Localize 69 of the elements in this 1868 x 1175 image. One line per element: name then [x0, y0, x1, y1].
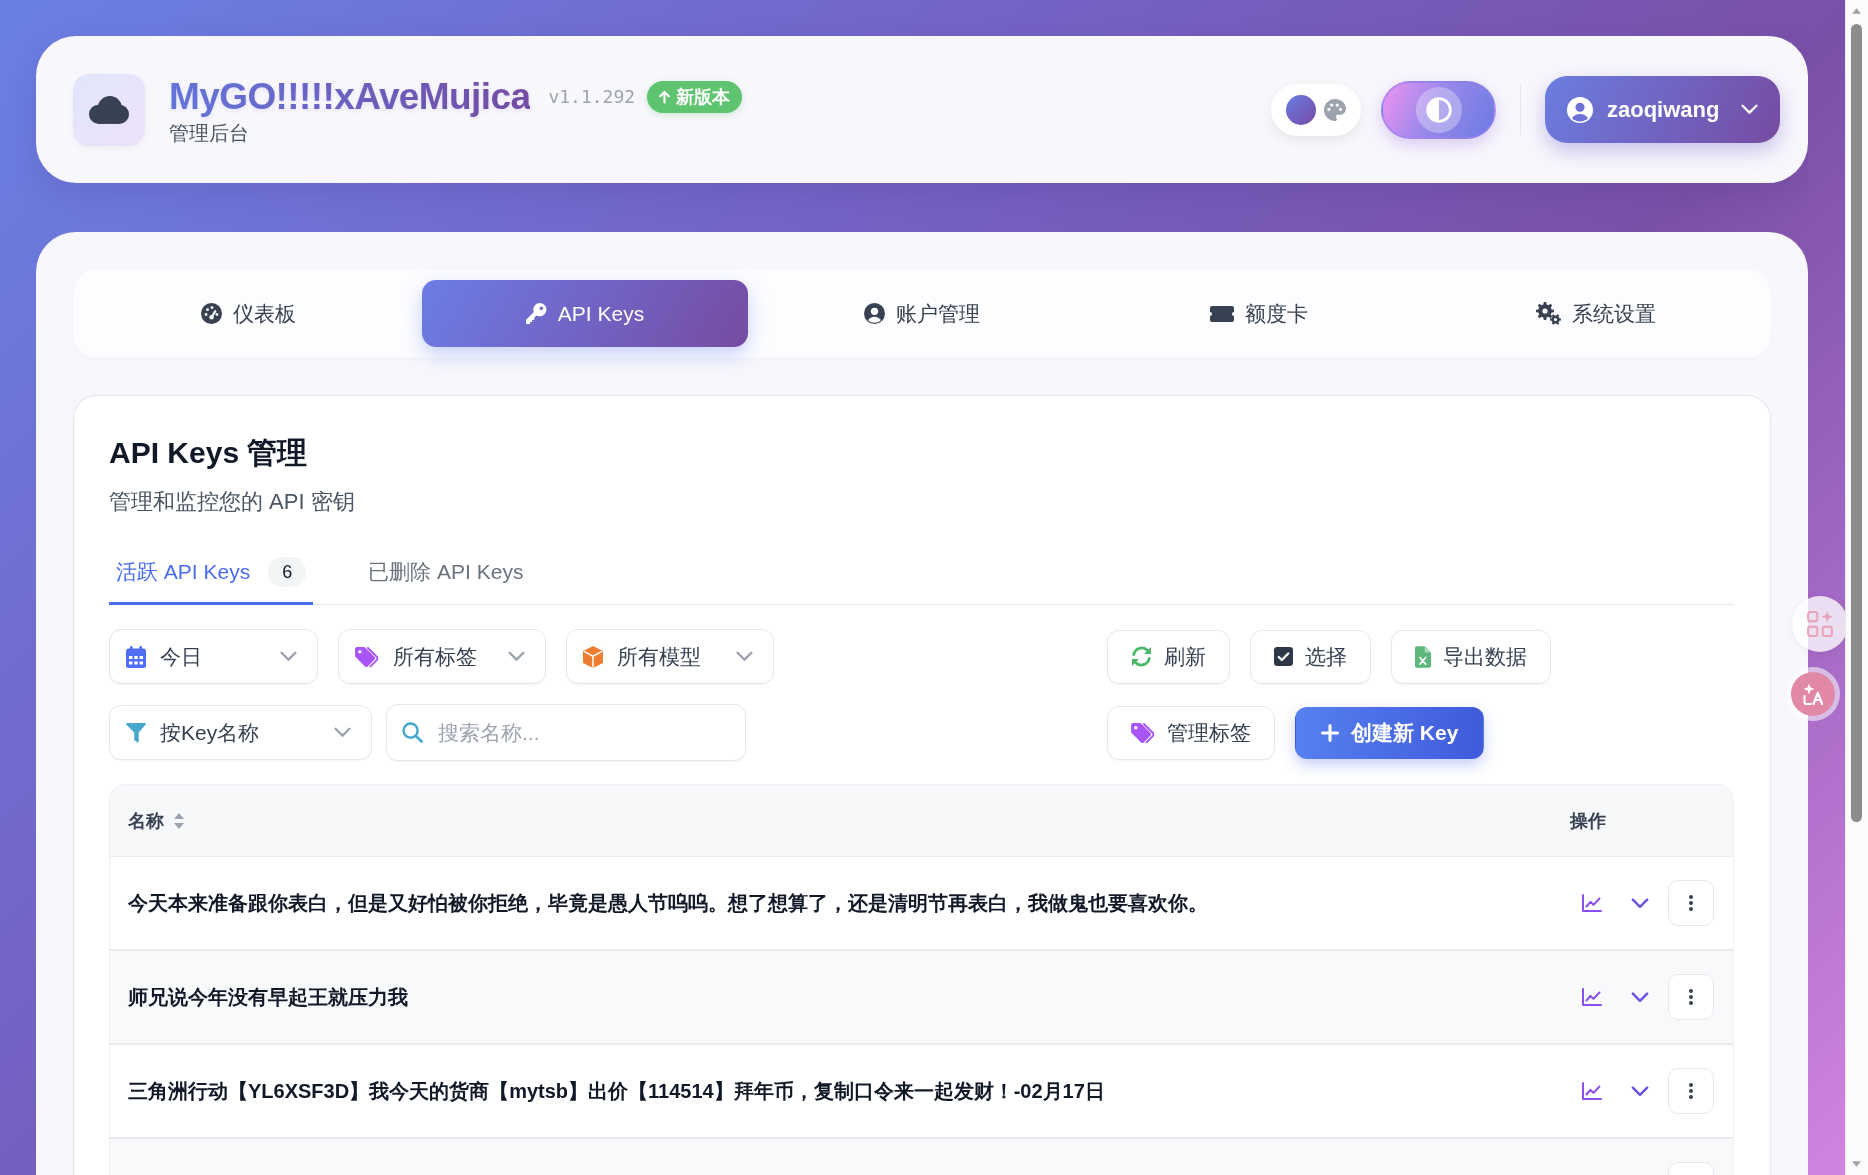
chevron-down-icon — [334, 727, 351, 738]
calendar-icon — [126, 645, 146, 668]
tab[interactable]: 活跃 API Keys 6 — [109, 544, 314, 605]
date-range-select[interactable]: 今日 — [109, 629, 318, 684]
page-subtitle: 管理和监控您的 API 密钥 — [109, 488, 356, 516]
search-field[interactable]: 搜索名称... — [386, 704, 746, 761]
manage-tags-button[interactable]: 管理标签 — [1107, 705, 1275, 760]
table-cell-text: 师兄说今年没有早起王就压力我 — [127, 984, 409, 1010]
refresh-button[interactable]: 刷新 — [1107, 629, 1230, 684]
nav-tab[interactable]: 系统设置 — [1433, 280, 1759, 347]
chevron-down-icon[interactable] — [1631, 897, 1649, 909]
cloud-icon — [73, 73, 145, 146]
chevron-down-icon[interactable] — [1631, 1085, 1649, 1097]
chevron-down-icon — [1741, 104, 1758, 115]
cube-icon — [583, 645, 603, 668]
scroll-down-arrow-icon[interactable] — [1852, 1161, 1861, 1167]
theme-mode-toggle[interactable] — [1381, 80, 1496, 139]
line-chart-icon[interactable] — [1582, 988, 1602, 1006]
ticket-icon — [1210, 305, 1234, 322]
spreadsheet-file-icon — [1415, 645, 1431, 668]
palette-icon — [1324, 98, 1346, 121]
nav-tab[interactable]: 账户管理 — [759, 280, 1085, 347]
column-header: 名称 — [128, 809, 164, 833]
nav-tab[interactable]: API Keys — [422, 280, 748, 347]
page-title: API Keys 管理 — [109, 435, 309, 471]
chevron-down-icon[interactable] — [1631, 991, 1649, 1003]
more-vertical-icon — [1689, 989, 1693, 1005]
tag-select[interactable]: 所有标签 — [338, 629, 546, 684]
line-chart-icon[interactable] — [1582, 894, 1602, 912]
nav-tab[interactable]: 额度卡 — [1096, 280, 1422, 347]
table-cell-text: 今天本来准备跟你表白，但是又好怕被你拒绝，毕竟是愚人节呜呜。想了想算了，还是清明节再表白，我做鬼也要喜欢你。 — [127, 890, 1209, 916]
select-button[interactable]: 选择 — [1250, 629, 1371, 684]
gears-icon — [1536, 302, 1561, 325]
nav-tab[interactable]: 仪表板 — [85, 280, 411, 347]
tags-icon — [1131, 722, 1155, 743]
line-chart-icon[interactable] — [1582, 1082, 1602, 1100]
contrast-icon — [1415, 86, 1462, 133]
search-icon — [402, 722, 423, 743]
scrollbar-thumb[interactable] — [1851, 24, 1862, 822]
sort-icon — [174, 812, 184, 829]
funnel-icon — [126, 722, 146, 743]
more-vertical-icon — [1689, 1083, 1693, 1099]
more-vertical-icon — [1689, 895, 1693, 911]
chevron-down-icon — [280, 651, 297, 662]
scroll-up-arrow-icon[interactable] — [1852, 8, 1861, 14]
chevron-down-icon — [736, 651, 753, 662]
color-swatch-icon — [1286, 94, 1316, 125]
gauge-icon — [200, 303, 222, 324]
export-button[interactable]: 导出数据 — [1391, 629, 1551, 684]
table-cell-text: 三角洲行动【YL6XSF3D】我今天的货商【mytsb】出价【114514】拜年币，复制口令来一起发财！-02月17日 — [127, 1078, 1106, 1104]
user-circle-icon — [1567, 96, 1593, 123]
plus-icon — [1321, 723, 1339, 742]
user-menu-button[interactable]: zaoqiwang — [1545, 76, 1780, 143]
tags-icon — [355, 646, 379, 667]
search-type-select[interactable]: 按Key名称 — [109, 705, 372, 760]
user-circle-icon — [864, 303, 885, 324]
app-subtitle: 管理后台 — [169, 120, 249, 146]
chevron-down-icon — [508, 651, 525, 662]
version-label: v1.1.292 — [548, 86, 636, 107]
refresh-icon — [1131, 646, 1152, 667]
scrollbar[interactable] — [1845, 0, 1868, 1175]
model-select[interactable]: 所有模型 — [566, 629, 774, 684]
tab[interactable]: 已删除 API Keys — [361, 544, 531, 605]
count-badge: 6 — [268, 557, 307, 587]
arrow-up-icon — [659, 89, 671, 104]
create-key-button[interactable]: 创建新 Key — [1295, 706, 1485, 759]
column-header: 操作 — [1570, 809, 1606, 833]
checkbox-icon — [1274, 647, 1293, 666]
key-icon — [525, 303, 547, 324]
